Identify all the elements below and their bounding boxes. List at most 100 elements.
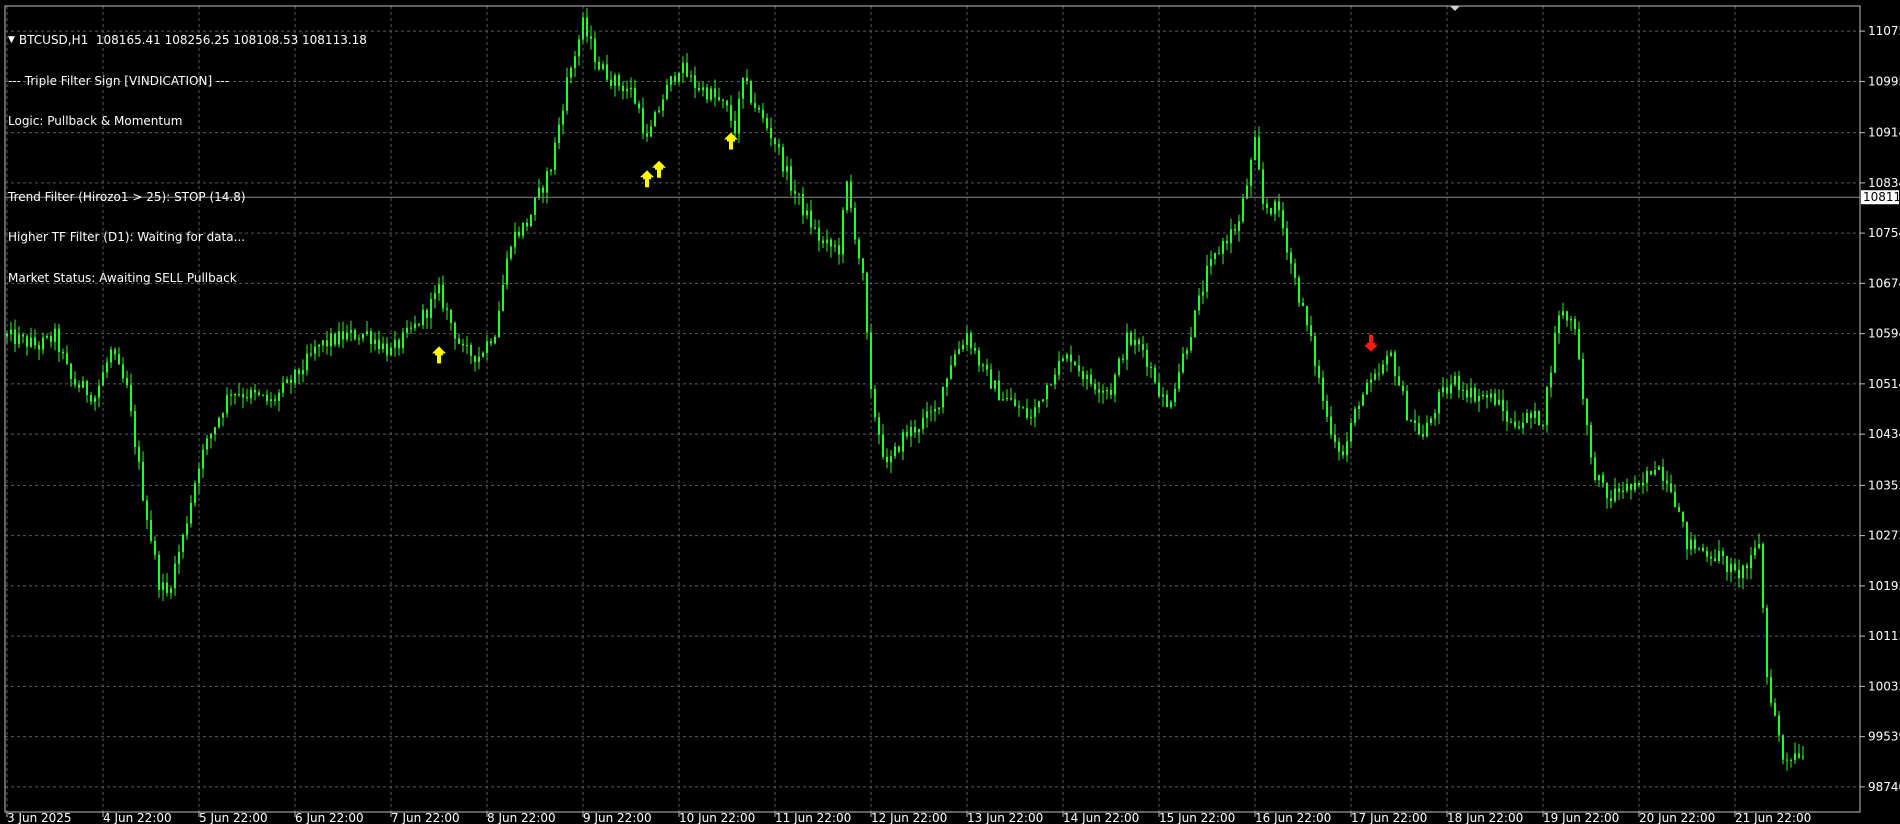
- candle-body: [1182, 353, 1184, 373]
- candle-body: [842, 210, 844, 255]
- candle-body: [1478, 396, 1480, 401]
- date-tick-label: 16 Jun 22:00: [1255, 811, 1331, 824]
- candle-body: [446, 308, 448, 310]
- candle-body: [1142, 344, 1144, 350]
- candle-body: [490, 341, 492, 344]
- candle-body: [874, 389, 876, 418]
- candle-body: [286, 379, 288, 383]
- candle-body: [1534, 410, 1536, 418]
- candle-body: [374, 339, 376, 344]
- candle-body: [1430, 418, 1432, 423]
- candle-body: [258, 392, 260, 395]
- candle-body: [1762, 544, 1764, 608]
- price-tick-label: 98740.60: [1868, 780, 1900, 794]
- candle-body: [1082, 371, 1084, 380]
- candle-body: [770, 128, 772, 139]
- candle-body: [898, 446, 900, 452]
- candle-body: [530, 214, 532, 227]
- candle-body: [214, 427, 216, 435]
- candle-body: [978, 350, 980, 366]
- candle-body: [1662, 467, 1664, 481]
- candle-body: [1798, 753, 1800, 758]
- candle-body: [1006, 398, 1008, 400]
- candle-body: [1046, 385, 1048, 400]
- candle-body: [10, 329, 12, 334]
- candle-body: [270, 399, 272, 402]
- candle-body: [786, 166, 788, 172]
- candle-body: [1590, 425, 1592, 458]
- candle-body: [830, 239, 832, 247]
- candle-body: [622, 86, 624, 92]
- candle-body: [26, 336, 28, 347]
- candle-body: [1670, 483, 1672, 492]
- candle-body: [1166, 394, 1168, 407]
- candle-body: [1450, 384, 1452, 394]
- candle-body: [910, 426, 912, 437]
- candle-body: [1442, 387, 1444, 393]
- candle-body: [602, 64, 604, 70]
- candle-body: [322, 340, 324, 345]
- candle-body: [866, 272, 868, 333]
- date-tick-label: 4 Jun 22:00: [103, 811, 172, 824]
- candle-body: [834, 245, 836, 247]
- candle-body: [106, 362, 108, 373]
- date-tick-label: 12 Jun 22:00: [871, 811, 947, 824]
- candle-body: [278, 392, 280, 401]
- candle-body: [1606, 482, 1608, 499]
- date-tick-label: 18 Jun 22:00: [1447, 811, 1523, 824]
- candle-body: [442, 284, 444, 309]
- candle-body: [642, 108, 644, 134]
- price-tick-label: 107542.60: [1868, 226, 1900, 240]
- candle-body: [1074, 361, 1076, 366]
- candle-body: [630, 87, 632, 90]
- candle-body: [894, 446, 896, 457]
- candle-body: [430, 298, 432, 318]
- date-tick-label: 19 Jun 22:00: [1543, 811, 1619, 824]
- candle-body: [1162, 394, 1164, 397]
- candle-body: [390, 347, 392, 356]
- candle-body: [354, 330, 356, 340]
- candle-body: [754, 102, 756, 108]
- candle-body: [762, 109, 764, 119]
- candle-body: [1198, 295, 1200, 311]
- candle-body: [302, 370, 304, 375]
- candle-body: [1030, 417, 1032, 419]
- candle-body: [1342, 451, 1344, 456]
- candle-body: [1710, 556, 1712, 559]
- candle-body: [1410, 420, 1412, 422]
- candle-body: [510, 246, 512, 259]
- candle-body: [818, 227, 820, 241]
- candle-body: [1234, 229, 1236, 231]
- candle-body: [414, 323, 416, 329]
- candle-body: [638, 103, 640, 109]
- candle-body: [562, 110, 564, 125]
- candle-body: [1626, 484, 1628, 491]
- candle-body: [1474, 388, 1476, 401]
- candle-body: [670, 76, 672, 85]
- candle-body: [1222, 240, 1224, 254]
- candle-body: [1398, 376, 1400, 386]
- candle-body: [1666, 480, 1668, 484]
- candle-body: [822, 240, 824, 244]
- candle-body: [1714, 558, 1716, 561]
- candle-body: [1362, 394, 1364, 406]
- candle-body: [406, 327, 408, 333]
- candle-body: [1482, 394, 1484, 397]
- candle-body: [1422, 434, 1424, 437]
- candle-body: [710, 88, 712, 100]
- price-chart[interactable]: 110753.70 109953.70 109140.00 108341.30 1075…: [0, 0, 1900, 824]
- candle-body: [42, 337, 44, 350]
- candle-body: [1170, 402, 1172, 407]
- candle-body: [226, 395, 228, 414]
- candle-body: [810, 210, 812, 228]
- candle-body: [14, 329, 16, 345]
- candle-body: [882, 434, 884, 457]
- candle-body: [1658, 467, 1660, 470]
- candle-body: [1530, 413, 1532, 418]
- candle-body: [1742, 565, 1744, 579]
- candle-body: [854, 207, 856, 240]
- candle-body: [690, 75, 692, 77]
- candle-body: [242, 394, 244, 398]
- candle-body: [1002, 399, 1004, 401]
- candle-body: [502, 284, 504, 311]
